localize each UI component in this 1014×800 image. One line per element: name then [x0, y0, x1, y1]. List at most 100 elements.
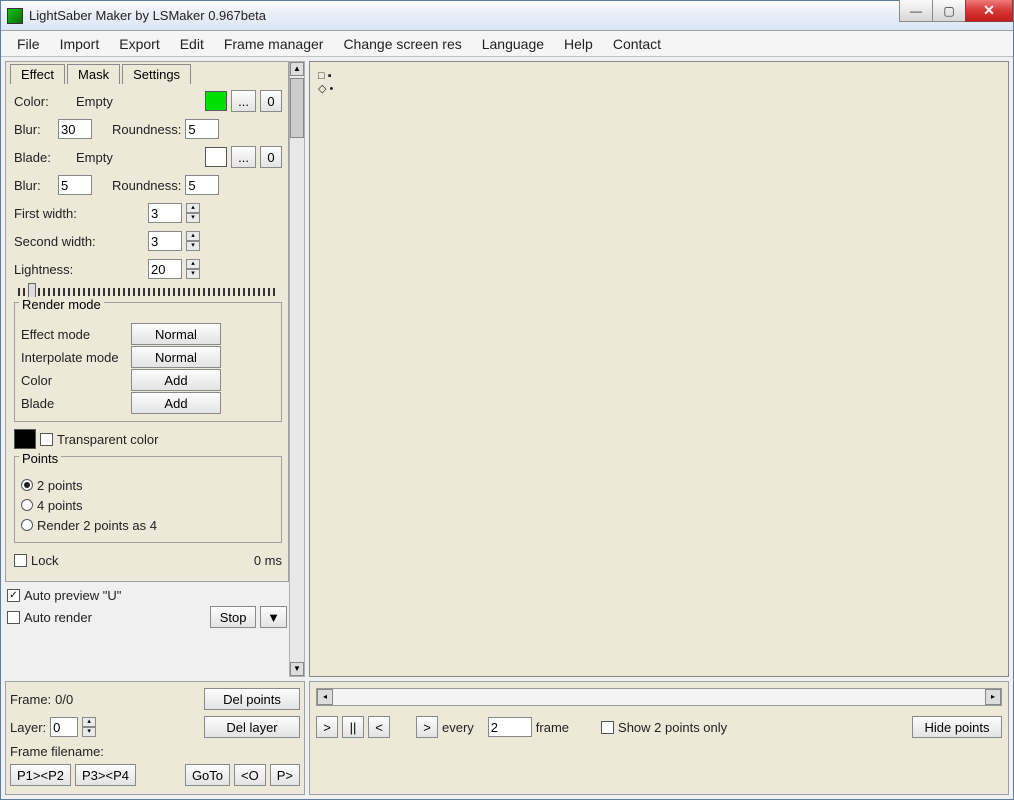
blade-pick-button[interactable]: ... [231, 146, 256, 168]
minimize-button[interactable]: — [899, 0, 933, 22]
points-2-label: 2 points [37, 478, 83, 493]
angle-o-button[interactable]: <O [234, 764, 266, 786]
color-pick-button[interactable]: ... [231, 90, 256, 112]
rendermode-color-label: Color [21, 373, 131, 388]
points-render2as4-label: Render 2 points as 4 [37, 518, 157, 533]
timeline-scrollbar[interactable]: ◂ ▸ [316, 688, 1002, 706]
blur1-label: Blur: [14, 122, 54, 137]
first-width-input[interactable] [148, 203, 182, 223]
stop-dropdown-button[interactable]: ▼ [260, 606, 287, 628]
tab-mask[interactable]: Mask [67, 64, 120, 84]
roundness2-input[interactable] [185, 175, 219, 195]
preview-canvas[interactable]: □ ▪◇ • [309, 61, 1009, 677]
canvas-markers: □ ▪◇ • [318, 70, 333, 96]
scroll-down-icon[interactable]: ▼ [290, 662, 304, 676]
maximize-icon: ▢ [943, 4, 954, 18]
blade-state: Empty [76, 150, 113, 165]
menu-export[interactable]: Export [109, 33, 169, 55]
p-button[interactable]: P> [270, 764, 300, 786]
blade-label: Blade: [14, 150, 54, 165]
goto-button[interactable]: GoTo [185, 764, 230, 786]
rendermode-color-button[interactable]: Add [131, 369, 221, 391]
hide-points-button[interactable]: Hide points [912, 716, 1002, 738]
effect-mode-label: Effect mode [21, 327, 131, 342]
play-prev-button[interactable]: < [368, 716, 390, 738]
timeline-left-icon[interactable]: ◂ [317, 689, 333, 705]
menu-frame-manager[interactable]: Frame manager [214, 33, 334, 55]
lock-checkbox[interactable] [14, 554, 27, 567]
p3p4-button[interactable]: P3><P4 [75, 764, 136, 786]
roundness1-input[interactable] [185, 119, 219, 139]
transparent-swatch[interactable] [14, 429, 36, 449]
show-2-points-checkbox[interactable] [601, 721, 614, 734]
frame-panel: Frame: 0/0 Del points Layer: ▴▾ Del laye… [5, 681, 305, 795]
menu-language[interactable]: Language [472, 33, 554, 55]
menu-help[interactable]: Help [554, 33, 603, 55]
frame-filename-label: Frame filename: [10, 744, 104, 759]
blade-zero-button[interactable]: 0 [260, 146, 282, 168]
frame-value: 0/0 [55, 692, 73, 707]
show-2-points-label: Show 2 points only [618, 720, 727, 735]
auto-render-checkbox[interactable] [7, 611, 20, 624]
del-layer-button[interactable]: Del layer [204, 716, 300, 738]
tab-effect[interactable]: Effect [10, 64, 65, 84]
blur2-label: Blur: [14, 178, 54, 193]
menu-contact[interactable]: Contact [603, 33, 671, 55]
blur1-input[interactable] [58, 119, 92, 139]
points-4-radio[interactable] [21, 499, 33, 511]
del-points-button[interactable]: Del points [204, 688, 300, 710]
every-label: every [442, 720, 474, 735]
stop-button[interactable]: Stop [210, 606, 256, 628]
transparent-label: Transparent color [57, 432, 158, 447]
second-width-input[interactable] [148, 231, 182, 251]
blade-swatch[interactable] [205, 147, 227, 167]
rendermode-blade-button[interactable]: Add [131, 392, 221, 414]
effect-mode-button[interactable]: Normal [131, 323, 221, 345]
tab-settings[interactable]: Settings [122, 64, 191, 84]
left-scrollbar[interactable]: ▲ ▼ [289, 61, 305, 677]
titlebar: LightSaber Maker by LSMaker 0.967beta — … [1, 1, 1013, 31]
points-group: Points 2 points 4 points Render 2 points… [14, 456, 282, 543]
step-button[interactable]: > [416, 716, 438, 738]
lightness-spinner[interactable]: ▴▾ [186, 259, 200, 279]
scroll-up-icon[interactable]: ▲ [290, 62, 304, 76]
every-input[interactable] [488, 717, 532, 737]
play-next-button[interactable]: > [316, 716, 338, 738]
color-zero-button[interactable]: 0 [260, 90, 282, 112]
auto-render-label: Auto render [24, 610, 92, 625]
menu-import[interactable]: Import [50, 33, 110, 55]
roundness1-label: Roundness: [112, 122, 181, 137]
lightness-slider[interactable] [18, 288, 278, 296]
rendermode-blade-label: Blade [21, 396, 131, 411]
menu-change-res[interactable]: Change screen res [333, 33, 471, 55]
maximize-button[interactable]: ▢ [932, 0, 966, 22]
close-button[interactable]: ✕ [965, 0, 1013, 22]
auto-preview-checkbox[interactable]: ✓ [7, 589, 20, 602]
points-render2as4-radio[interactable] [21, 519, 33, 531]
close-icon: ✕ [983, 2, 995, 19]
frame-word-label: frame [536, 720, 569, 735]
playback-panel: ◂ ▸ > || < > every frame Show 2 points o… [309, 681, 1009, 795]
p1p2-button[interactable]: P1><P2 [10, 764, 71, 786]
blur2-input[interactable] [58, 175, 92, 195]
menu-edit[interactable]: Edit [170, 33, 214, 55]
second-width-spinner[interactable]: ▴▾ [186, 231, 200, 251]
effect-panel: Effect Mask Settings Color: Empty ... [5, 61, 289, 582]
points-title: Points [19, 451, 61, 466]
interpolate-mode-button[interactable]: Normal [131, 346, 221, 368]
scroll-thumb[interactable] [290, 78, 304, 138]
menubar: File Import Export Edit Frame manager Ch… [1, 31, 1013, 57]
layer-input[interactable] [50, 717, 78, 737]
menu-file[interactable]: File [7, 33, 50, 55]
lightness-input[interactable] [148, 259, 182, 279]
layer-spinner[interactable]: ▴▾ [82, 717, 96, 737]
first-width-spinner[interactable]: ▴▾ [186, 203, 200, 223]
pause-button[interactable]: || [342, 716, 364, 738]
color-swatch[interactable] [205, 91, 227, 111]
second-width-label: Second width: [14, 234, 144, 249]
auto-preview-label: Auto preview "U" [24, 588, 121, 603]
first-width-label: First width: [14, 206, 144, 221]
transparent-checkbox[interactable] [40, 433, 53, 446]
timeline-right-icon[interactable]: ▸ [985, 689, 1001, 705]
points-2-radio[interactable] [21, 479, 33, 491]
